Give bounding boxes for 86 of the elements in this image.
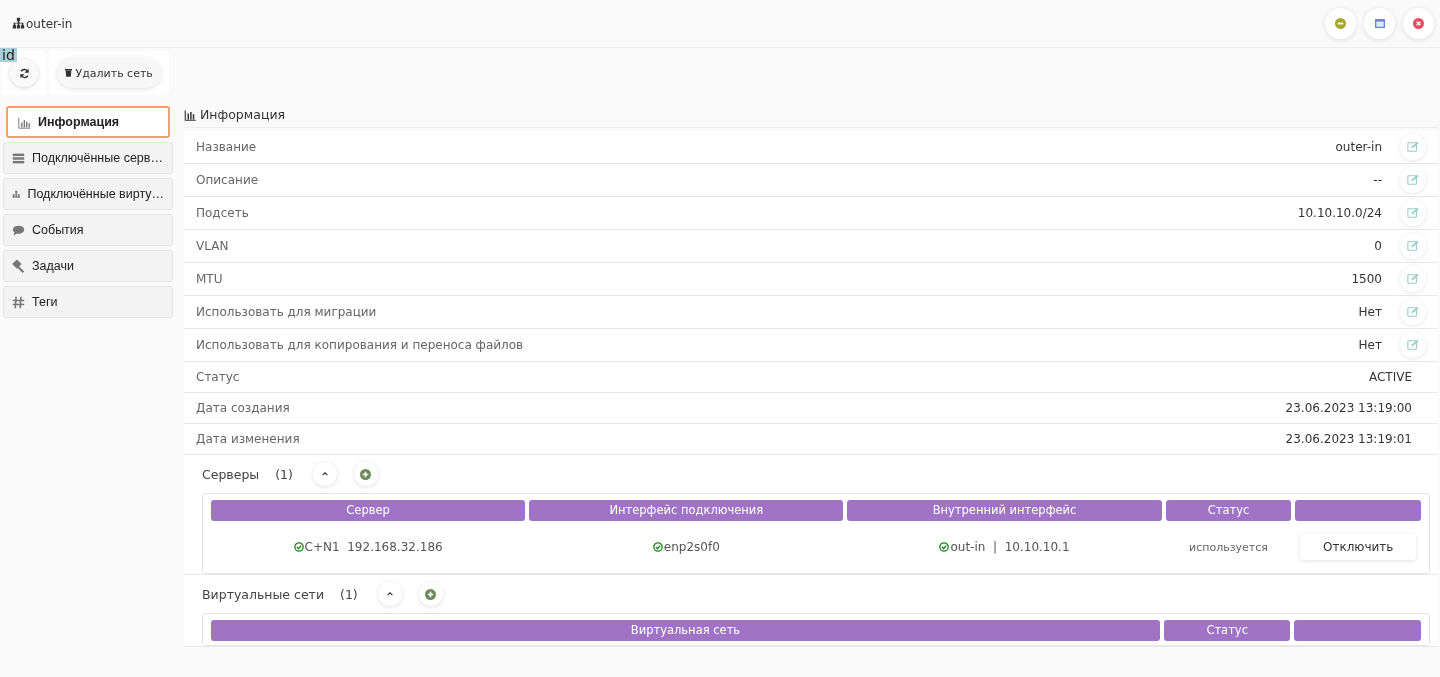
edit-button[interactable] [1400, 167, 1426, 193]
edit-icon [1407, 306, 1419, 318]
field-value: 23.06.2023 13:19:01 [1285, 432, 1412, 446]
debug-label: id [0, 48, 17, 62]
close-icon [1413, 18, 1424, 29]
field-label: Название [196, 140, 258, 154]
field-value: Нет [1358, 338, 1382, 352]
check-icon [652, 542, 663, 552]
field-value: 10.10.10.0/24 [1297, 206, 1382, 220]
edit-button[interactable] [1400, 200, 1426, 226]
table-cell: enp2s0f0 [663, 540, 720, 554]
column-header: Сервер [211, 500, 526, 521]
refresh-button[interactable] [10, 59, 38, 87]
collapse-button[interactable] [377, 582, 402, 606]
hammer-icon [12, 259, 25, 273]
maximize-button[interactable] [1364, 8, 1395, 39]
item-count: (1) [340, 586, 358, 602]
chevron-icon [385, 590, 394, 598]
column-header: Внутренний интерфейс [847, 500, 1162, 521]
window-icon [1373, 18, 1386, 29]
field-label: Дата изменения [196, 432, 301, 446]
field-label: Подсеть [196, 206, 250, 220]
section-title: Серверы [202, 466, 260, 482]
window-title: outer-in [26, 16, 73, 31]
field-value: 23.06.2023 13:19:00 [1285, 401, 1412, 415]
plus-icon [360, 468, 372, 480]
field-value: 0 [1374, 239, 1382, 253]
status-text: используется [1189, 540, 1268, 554]
edit-button[interactable] [1400, 233, 1426, 259]
edit-button[interactable] [1400, 332, 1426, 358]
check-icon [939, 542, 950, 552]
edit-icon [1407, 141, 1419, 153]
column-header: Интерфейс подключения [529, 500, 844, 521]
field-value: outer-in [1335, 140, 1382, 154]
bar-chart-icon [18, 115, 31, 129]
item-count: (1) [275, 466, 293, 482]
plus-icon [425, 588, 437, 600]
collapse-button[interactable] [312, 462, 337, 486]
sidebar-item[interactable]: Подключённые серв… [3, 142, 173, 174]
add-button[interactable] [353, 462, 378, 486]
sidebar-item[interactable]: Информация [6, 106, 170, 138]
edit-icon [1407, 207, 1419, 219]
sidebar-item[interactable]: Теги [3, 286, 173, 318]
field-label: MTU [196, 272, 224, 286]
speech-bubble-icon [12, 223, 25, 237]
server-icon [12, 151, 25, 165]
section-title: Информация [200, 107, 286, 122]
sidebar-item[interactable]: События [3, 214, 173, 246]
chevron-icon [320, 470, 329, 478]
field-label: Использовать для миграции [196, 305, 378, 319]
field-value: Нет [1358, 305, 1382, 319]
field-label: Описание [196, 173, 260, 187]
delete-button[interactable]: Удалить сеть [57, 58, 161, 88]
field-value: ACTIVE [1368, 370, 1412, 384]
edit-icon [1407, 339, 1419, 351]
field-label: VLAN [196, 239, 230, 253]
field-label: Использовать для копирования и переноса файлов [196, 338, 525, 352]
edit-icon [1407, 240, 1419, 252]
table-cell: C+N1 192.168.32.186 [304, 540, 443, 554]
edit-icon [1407, 273, 1419, 285]
column-header: Виртуальная сеть [211, 620, 1160, 641]
disconnect-button[interactable]: Отключить [1300, 534, 1417, 560]
close-button[interactable] [1403, 8, 1434, 39]
edit-button[interactable] [1400, 134, 1426, 160]
column-header: Статус [1165, 500, 1292, 521]
minus-icon [1335, 18, 1346, 29]
sidebar-item[interactable]: Подключённые вирту… [3, 178, 173, 210]
section-title: Виртуальные сети [202, 586, 324, 602]
sidebar-item[interactable]: Задачи [3, 250, 173, 282]
refresh-icon [18, 67, 30, 79]
trash-icon [65, 67, 72, 77]
table-cell: out-in | 10.10.10.1 [950, 540, 1070, 554]
add-button[interactable] [418, 582, 443, 606]
minimize-button[interactable] [1325, 8, 1356, 39]
network-icon [12, 17, 25, 30]
column-header: Статус [1163, 620, 1291, 641]
edit-button[interactable] [1400, 299, 1426, 325]
field-label: Статус [196, 370, 241, 384]
edit-button[interactable] [1400, 266, 1426, 292]
field-value: -- [1373, 173, 1382, 187]
hash-icon [12, 295, 25, 309]
field-label: Дата создания [196, 401, 291, 415]
bar-chart-icon [184, 108, 197, 121]
field-value: 1500 [1351, 272, 1382, 286]
edit-icon [1407, 174, 1419, 186]
check-icon [293, 542, 304, 552]
